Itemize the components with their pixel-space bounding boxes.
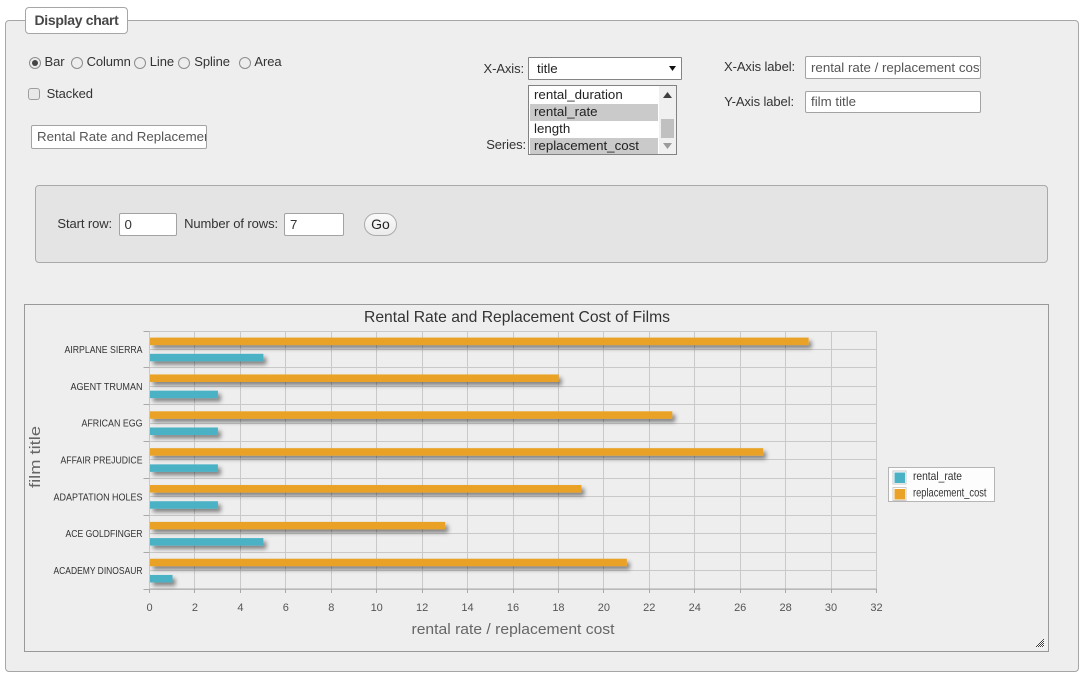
svg-text:replacement_cost: replacement_cost [913, 486, 987, 500]
svg-text:18: 18 [552, 602, 564, 614]
svg-text:4: 4 [237, 602, 243, 614]
svg-text:0: 0 [146, 602, 152, 614]
svg-text:ACADEMY DINOSAUR: ACADEMY DINOSAUR [54, 566, 143, 577]
svg-text:ACE GOLDFINGER: ACE GOLDFINGER [66, 529, 143, 540]
svg-text:26: 26 [734, 602, 746, 614]
svg-text:rental rate / replacement cost: rental rate / replacement cost [412, 621, 616, 638]
svg-text:20: 20 [598, 602, 610, 614]
svg-text:film title: film title [27, 426, 44, 488]
svg-text:32: 32 [870, 602, 882, 614]
svg-text:8: 8 [328, 602, 334, 614]
svg-text:rental_rate: rental_rate [913, 469, 962, 483]
svg-text:AIRPLANE SIERRA: AIRPLANE SIERRA [65, 345, 143, 356]
svg-text:14: 14 [461, 602, 473, 614]
svg-text:12: 12 [416, 602, 428, 614]
svg-text:6: 6 [283, 602, 289, 614]
svg-text:AGENT TRUMAN: AGENT TRUMAN [71, 382, 143, 393]
svg-text:10: 10 [371, 602, 383, 614]
svg-text:Rental Rate and Replacement Co: Rental Rate and Replacement Cost of Film… [364, 309, 670, 326]
svg-text:28: 28 [779, 602, 791, 614]
svg-text:16: 16 [507, 602, 519, 614]
svg-text:ADAPTATION HOLES: ADAPTATION HOLES [54, 492, 143, 503]
svg-text:AFFAIR PREJUDICE: AFFAIR PREJUDICE [61, 456, 143, 467]
svg-text:30: 30 [825, 602, 837, 614]
svg-text:24: 24 [689, 602, 701, 614]
svg-text:AFRICAN EGG: AFRICAN EGG [82, 419, 143, 430]
svg-text:2: 2 [192, 602, 198, 614]
svg-text:22: 22 [643, 602, 655, 614]
